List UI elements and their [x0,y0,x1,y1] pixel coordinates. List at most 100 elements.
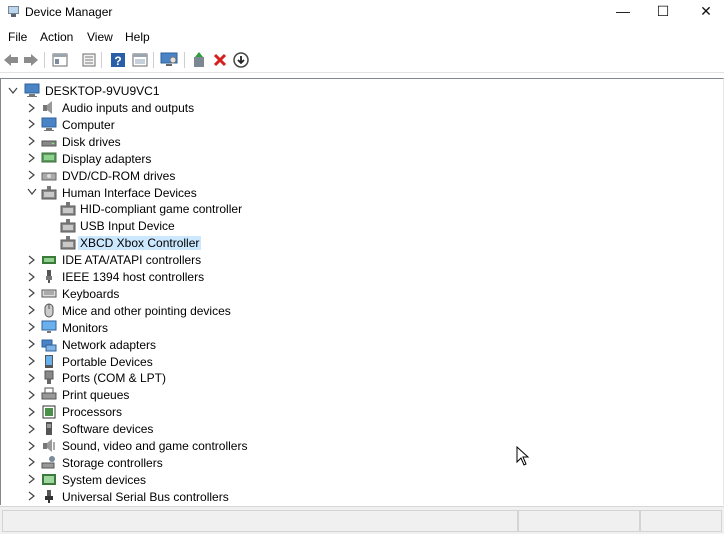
expand-chevron-icon[interactable] [26,133,38,150]
expand-chevron-icon[interactable] [26,336,38,353]
menu-view[interactable]: View [87,30,113,44]
category-row[interactable]: Processors [1,403,721,420]
device-row[interactable]: XBCD Xbox Controller [1,234,721,251]
category-label: Disk drives [62,134,121,149]
category-label: Display adapters [62,151,152,166]
minimize-button[interactable]: — [601,0,645,24]
category-row[interactable]: IEEE 1394 host controllers [1,268,721,285]
expand-chevron-icon[interactable] [26,319,38,336]
properties-icon[interactable] [51,51,69,69]
update-driver-icon[interactable] [80,51,98,69]
device-label: HID-compliant game controller [80,202,243,217]
title-bar: Device Manager — ☐ ✕ [0,0,724,24]
toolbar-separator [153,52,154,68]
category-row[interactable]: Mice and other pointing devices [1,302,721,319]
expand-chevron-icon[interactable] [26,454,38,471]
hid-icon [41,185,57,199]
category-label: Keyboards [62,286,120,301]
status-bar [0,506,724,534]
disable-icon[interactable] [232,51,250,69]
scan-icon[interactable] [131,51,149,69]
computer-icon [24,83,40,97]
menu-action[interactable]: Action [40,30,73,44]
category-row[interactable]: Monitors [1,319,721,336]
mouse-cursor-icon [516,446,530,466]
menu-help[interactable]: Help [125,30,150,44]
status-cell-2 [518,510,640,532]
category-label: IEEE 1394 host controllers [62,270,205,284]
menu-bar: File Action View Help [0,26,724,46]
expand-chevron-icon[interactable] [26,437,38,454]
expand-chevron-icon[interactable] [26,251,38,268]
expand-chevron-icon[interactable] [26,116,38,133]
category-label: Universal Serial Bus controllers [62,489,229,504]
category-label: Monitors [62,320,109,335]
category-row[interactable]: Portable Devices [1,353,721,370]
category-label: Network adapters [62,337,157,352]
category-row[interactable]: Disk drives [1,133,721,150]
category-label: Audio inputs and outputs [62,101,195,115]
category-row[interactable]: Audio inputs and outputs [1,99,721,116]
display-icon [41,152,57,163]
expand-chevron-icon[interactable] [26,403,38,420]
category-row[interactable]: Print queues [1,386,721,403]
category-row[interactable]: Storage controllers [1,454,721,471]
tree-root[interactable]: DESKTOP-9VU9VC1 [1,82,721,99]
toolbar-separator [184,52,185,68]
category-row[interactable]: Universal Serial Bus controllers [1,488,721,505]
expand-chevron-icon[interactable] [26,353,38,370]
device-tree[interactable]: DESKTOP-9VU9VC1 Audio inputs and outputs… [0,78,724,505]
expand-chevron-icon[interactable] [26,302,38,319]
expand-chevron-icon[interactable] [26,471,38,488]
category-row[interactable]: IDE ATA/ATAPI controllers [1,251,721,268]
printer-icon [41,387,57,400]
maximize-button[interactable]: ☐ [641,0,685,24]
category-row[interactable]: System devices [1,471,721,488]
category-label: Portable Devices [62,354,153,369]
close-button[interactable]: ✕ [684,0,724,24]
uninstall-icon[interactable] [211,51,229,69]
category-label: Print queues [62,388,130,403]
expand-chevron-icon[interactable] [26,268,38,285]
monitor-icon[interactable] [160,51,178,69]
category-row[interactable]: Ports (COM & LPT) [1,369,721,386]
help-icon[interactable]: ? [109,51,127,69]
expand-chevron-icon[interactable] [26,167,38,184]
expand-chevron-icon[interactable] [26,150,38,167]
category-row[interactable]: DVD/CD-ROM drives [1,167,721,184]
device-row[interactable]: HID-compliant game controller [1,200,721,217]
add-driver-icon[interactable] [190,51,208,69]
status-cell-main [2,510,518,532]
expand-chevron-icon[interactable] [26,386,38,403]
menu-file[interactable]: File [8,30,27,44]
ieee1394-icon [46,270,52,283]
category-row[interactable]: Computer [1,116,721,133]
status-cell-3 [640,510,722,532]
monitor-icon [41,320,57,333]
window-title: Device Manager [25,5,113,19]
category-label: Sound, video and game controllers [62,439,248,453]
category-row[interactable]: Display adapters [1,150,721,167]
collapse-chevron-icon[interactable] [26,184,38,201]
expand-chevron-icon[interactable] [26,420,38,437]
expand-chevron-icon[interactable] [26,99,38,116]
category-row[interactable]: Human Interface Devices [1,184,721,201]
category-row[interactable]: Keyboards [1,285,721,302]
expand-chevron-icon[interactable] [26,488,38,505]
hid-icon [60,236,76,250]
category-label: Ports (COM & LPT) [62,371,167,386]
toolbar-separator [101,52,102,68]
device-manager-icon [8,6,19,17]
category-row[interactable]: Network adapters [1,336,721,353]
category-row[interactable]: Software devices [1,420,721,437]
back-icon[interactable] [2,51,20,69]
forward-icon[interactable] [22,51,40,69]
category-label: System devices [62,472,147,487]
category-label: DVD/CD-ROM drives [62,168,176,183]
expand-chevron-icon[interactable] [26,285,38,302]
device-row[interactable]: USB Input Device [1,217,721,234]
category-row[interactable]: Sound, video and game controllers [1,437,721,454]
collapse-chevron-icon[interactable] [7,82,19,99]
expand-chevron-icon[interactable] [26,369,38,386]
tree-root-label: DESKTOP-9VU9VC1 [45,84,160,98]
